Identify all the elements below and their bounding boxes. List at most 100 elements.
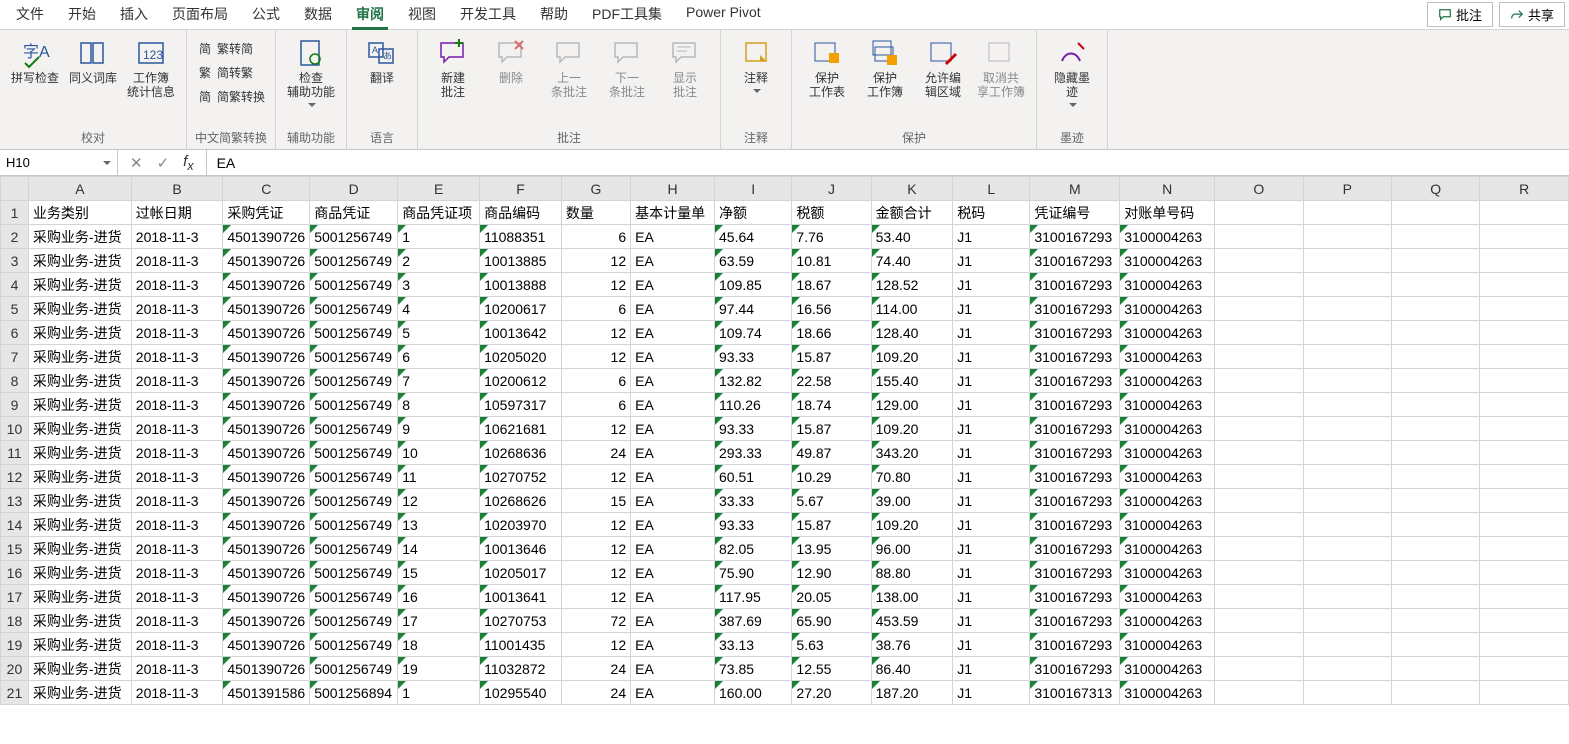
cell-H14[interactable]: EA [631,513,715,537]
cell-D7[interactable]: 5001256749 [310,345,398,369]
cell-H11[interactable]: EA [631,441,715,465]
cell-R3[interactable] [1480,249,1569,273]
cell-P8[interactable] [1303,369,1391,393]
cell-I13[interactable]: 33.33 [715,489,792,513]
cell-B3[interactable]: 2018-11-3 [131,249,223,273]
col-header-B[interactable]: B [131,177,223,201]
enter-formula-button[interactable]: ✓ [157,154,170,172]
cell-K17[interactable]: 138.00 [871,585,953,609]
cell-M18[interactable]: 3100167293 [1030,609,1120,633]
cell-G14[interactable]: 12 [561,513,630,537]
cell-Q10[interactable] [1391,417,1479,441]
col-header-F[interactable]: F [480,177,562,201]
cell-B10[interactable]: 2018-11-3 [131,417,223,441]
cell-Q5[interactable] [1391,297,1479,321]
cell-F13[interactable]: 10268626 [480,489,562,513]
cell-H6[interactable]: EA [631,321,715,345]
cell-L15[interactable]: J1 [953,537,1030,561]
cell-Q9[interactable] [1391,393,1479,417]
row-header-20[interactable]: 20 [1,657,29,681]
cell-J3[interactable]: 10.81 [792,249,871,273]
cell-I11[interactable]: 293.33 [715,441,792,465]
cell-C12[interactable]: 4501390726 [223,465,310,489]
cell-E12[interactable]: 11 [398,465,480,489]
row-header-12[interactable]: 12 [1,465,29,489]
cell-J20[interactable]: 12.55 [792,657,871,681]
cell-I5[interactable]: 97.44 [715,297,792,321]
cell-H10[interactable]: EA [631,417,715,441]
cell-P20[interactable] [1303,657,1391,681]
cell-P17[interactable] [1303,585,1391,609]
cell-B19[interactable]: 2018-11-3 [131,633,223,657]
col-header-H[interactable]: H [631,177,715,201]
cell-J8[interactable]: 22.58 [792,369,871,393]
cell-L1[interactable]: 税码 [953,201,1030,225]
cell-P6[interactable] [1303,321,1391,345]
cell-Q18[interactable] [1391,609,1479,633]
row-header-18[interactable]: 18 [1,609,29,633]
cell-A17[interactable]: 采购业务-进货 [28,585,131,609]
cell-J15[interactable]: 13.95 [792,537,871,561]
cell-B21[interactable]: 2018-11-3 [131,681,223,705]
col-header-N[interactable]: N [1120,177,1215,201]
cell-O2[interactable] [1215,225,1303,249]
cell-O21[interactable] [1215,681,1303,705]
cell-A19[interactable]: 采购业务-进货 [28,633,131,657]
cell-F8[interactable]: 10200612 [480,369,562,393]
cell-N12[interactable]: 3100004263 [1120,465,1215,489]
cell-F20[interactable]: 11032872 [480,657,562,681]
cell-L12[interactable]: J1 [953,465,1030,489]
cell-J7[interactable]: 15.87 [792,345,871,369]
cell-D8[interactable]: 5001256749 [310,369,398,393]
cell-M4[interactable]: 3100167293 [1030,273,1120,297]
cell-R18[interactable] [1480,609,1569,633]
cell-E19[interactable]: 18 [398,633,480,657]
col-header-E[interactable]: E [398,177,480,201]
cell-P4[interactable] [1303,273,1391,297]
cell-H5[interactable]: EA [631,297,715,321]
cell-G11[interactable]: 24 [561,441,630,465]
cell-C16[interactable]: 4501390726 [223,561,310,585]
cell-I6[interactable]: 109.74 [715,321,792,345]
cell-J21[interactable]: 27.20 [792,681,871,705]
row-header-6[interactable]: 6 [1,321,29,345]
cell-I21[interactable]: 160.00 [715,681,792,705]
cell-G19[interactable]: 12 [561,633,630,657]
cell-A20[interactable]: 采购业务-进货 [28,657,131,681]
row-header-10[interactable]: 10 [1,417,29,441]
cell-H9[interactable]: EA [631,393,715,417]
cell-K11[interactable]: 343.20 [871,441,953,465]
conv-button[interactable]: 简简繁转换 [193,86,269,107]
check-accessibility-button[interactable]: 检查 辅助功能 [282,34,340,112]
cell-E13[interactable]: 12 [398,489,480,513]
cell-H8[interactable]: EA [631,369,715,393]
cell-N10[interactable]: 3100004263 [1120,417,1215,441]
cell-J10[interactable]: 15.87 [792,417,871,441]
cell-K4[interactable]: 128.52 [871,273,953,297]
cell-P12[interactable] [1303,465,1391,489]
cell-R19[interactable] [1480,633,1569,657]
cell-I1[interactable]: 净额 [715,201,792,225]
cell-D11[interactable]: 5001256749 [310,441,398,465]
cell-M15[interactable]: 3100167293 [1030,537,1120,561]
cell-I10[interactable]: 93.33 [715,417,792,441]
cell-G18[interactable]: 72 [561,609,630,633]
col-header-A[interactable]: A [28,177,131,201]
cell-J6[interactable]: 18.66 [792,321,871,345]
cell-G17[interactable]: 12 [561,585,630,609]
cell-F5[interactable]: 10200617 [480,297,562,321]
cell-O12[interactable] [1215,465,1303,489]
cell-H2[interactable]: EA [631,225,715,249]
menu-tab-5[interactable]: 数据 [292,0,344,29]
col-header-C[interactable]: C [223,177,310,201]
cell-L19[interactable]: J1 [953,633,1030,657]
cell-N20[interactable]: 3100004263 [1120,657,1215,681]
menu-tab-2[interactable]: 插入 [108,0,160,29]
cell-P1[interactable] [1303,201,1391,225]
menu-tab-7[interactable]: 视图 [396,0,448,29]
cell-H12[interactable]: EA [631,465,715,489]
cell-J13[interactable]: 5.67 [792,489,871,513]
cell-H4[interactable]: EA [631,273,715,297]
cell-Q21[interactable] [1391,681,1479,705]
row-header-9[interactable]: 9 [1,393,29,417]
